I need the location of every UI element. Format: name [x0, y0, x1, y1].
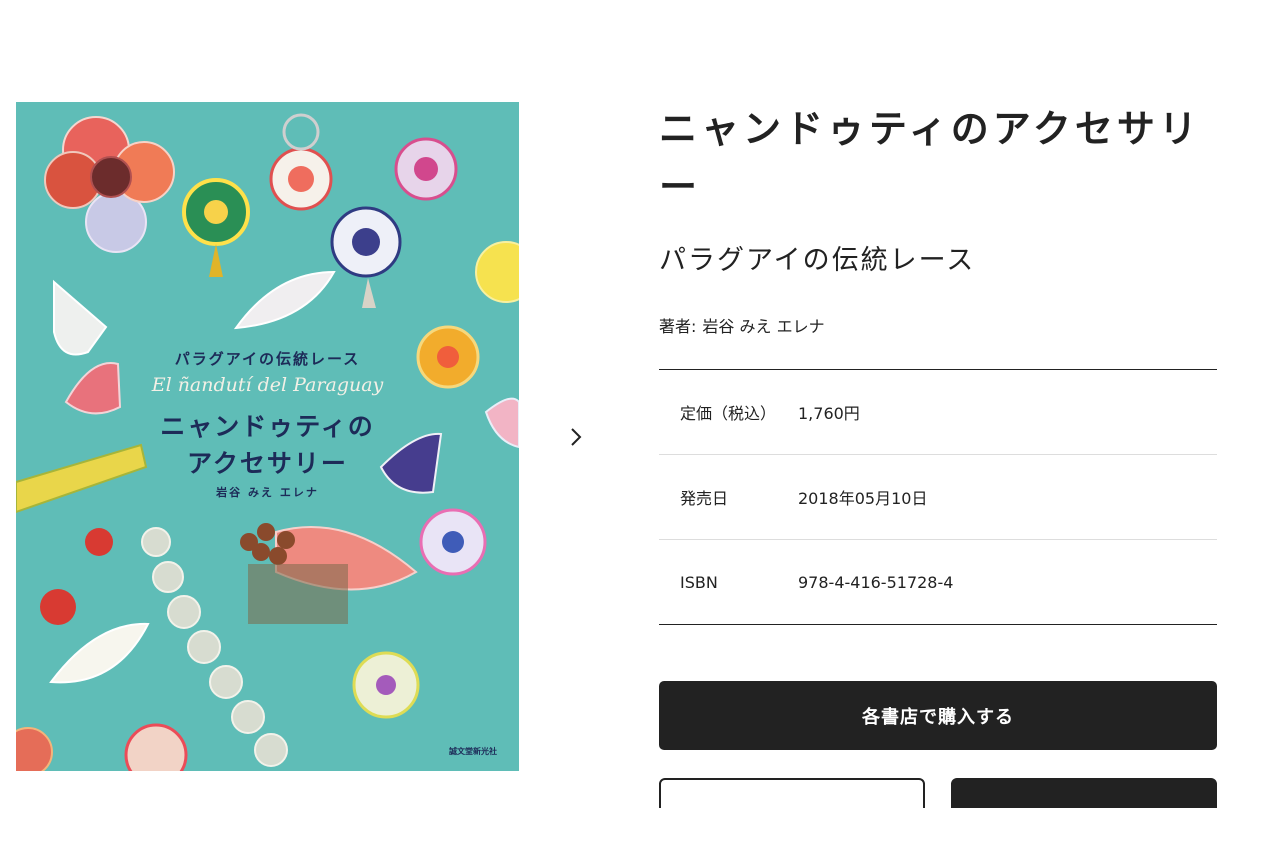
book-title: ニャンドゥティのアクセサリー	[659, 107, 1201, 209]
spec-row-price: 定価（税込） 1,760円	[659, 370, 1217, 455]
author-label: 著者:	[659, 317, 697, 336]
cover-subtitle: パラグアイの伝統レース	[174, 350, 361, 368]
buy-at-bookstores-button[interactable]: 各書店で購入する	[659, 681, 1217, 750]
cover-publisher: 誠文堂新光社	[449, 747, 497, 756]
author-name: 岩谷 みえ エレナ	[702, 317, 825, 336]
cover-script-title: El ñandutí del Paraguay	[151, 374, 384, 396]
author-row: 著者: 岩谷 みえ エレナ	[659, 313, 1217, 337]
spec-value: 978-4-416-51728-4	[798, 572, 954, 592]
spec-row-isbn: ISBN 978-4-416-51728-4	[659, 540, 1217, 624]
book-subtitle: パラグアイの伝統レース	[659, 245, 976, 276]
chevron-right-icon	[571, 428, 582, 446]
spec-row-release-date: 発売日 2018年05月10日	[659, 455, 1217, 540]
book-info-panel: ニャンドゥティのアクセサリー パラグアイの伝統レース 著者: 岩谷 みえ エレナ …	[659, 100, 1217, 808]
spec-table: 定価（税込） 1,760円 発売日 2018年05月10日 ISBN 978-4…	[659, 369, 1217, 625]
spec-value: 1,760円	[798, 404, 860, 423]
spec-label: 発売日	[680, 489, 729, 508]
spec-value: 2018年05月10日	[798, 489, 928, 508]
secondary-actions	[659, 778, 1217, 808]
spec-label: ISBN	[680, 572, 718, 592]
book-cover-image: パラグアイの伝統レース El ñandutí del Paraguay ニャンド…	[16, 102, 519, 771]
secondary-action-left-button[interactable]	[659, 778, 925, 808]
secondary-action-right-button[interactable]	[951, 778, 1217, 808]
carousel-next-button[interactable]	[562, 422, 590, 452]
cover-title: ニャンドゥティの アクセサリー	[160, 412, 375, 478]
spec-label: 定価（税込）	[680, 404, 777, 423]
cover-author: 岩谷 みえ エレナ	[216, 486, 319, 499]
